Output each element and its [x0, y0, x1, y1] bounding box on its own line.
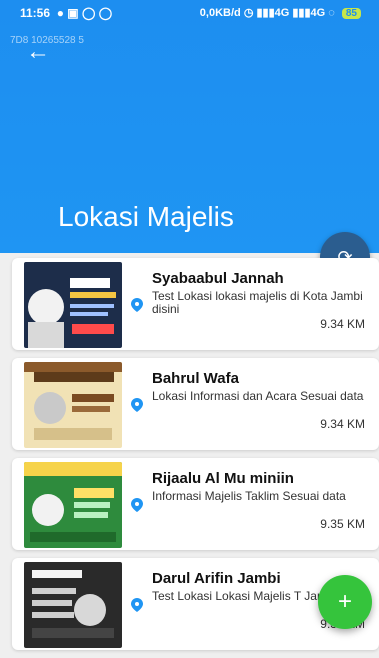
add-icon: + — [337, 588, 352, 615]
thumbnail-image — [24, 562, 122, 648]
battery-icon: 85 — [341, 8, 361, 19]
card-subtitle: Lokasi Informasi dan Acara Sesuai data — [152, 389, 364, 403]
status-left: 11:56 ● ▣ ◯ ◯ — [20, 6, 112, 20]
location-pin-icon — [131, 298, 143, 312]
card-title: Rijaalu Al Mu miniin — [152, 470, 294, 487]
list-item[interactable]: Bahrul Wafa Lokasi Informasi dan Acara S… — [12, 358, 379, 450]
list-item[interactable]: Rijaalu Al Mu miniin Informasi Majelis T… — [12, 458, 379, 550]
add-button[interactable]: + — [318, 575, 372, 629]
card-distance: 9.35 KM — [320, 517, 365, 531]
status-right: 0,0KB/d ◷ ▮▮▮4G ▮▮▮4G ◌ 85 — [200, 6, 361, 19]
card-title: Bahrul Wafa — [152, 370, 239, 387]
network-speed: 0,0KB/d — [199, 7, 241, 19]
page-title: Lokasi Majelis — [58, 201, 234, 232]
status-time: 11:56 — [20, 6, 51, 20]
card-title: Darul Arifin Jambi — [152, 570, 281, 587]
card-distance: 9.34 KM — [320, 417, 365, 431]
thumbnail-image — [24, 262, 122, 348]
header: 11:56 ● ▣ ◯ ◯ 0,0KB/d ◷ ▮▮▮4G ▮▮▮4G ◌ 85… — [0, 0, 379, 253]
list-item[interactable]: Syabaabul Jannah Test Lokasi lokasi maje… — [12, 258, 379, 350]
card-distance: 9.34 KM — [320, 317, 365, 331]
card-subtitle: Informasi Majelis Taklim Sesuai data — [152, 489, 346, 503]
status-bar: 11:56 ● ▣ ◯ ◯ 0,0KB/d ◷ ▮▮▮4G ▮▮▮4G ◌ 85 — [0, 0, 379, 24]
notification-icons: ● ▣ ◯ ◯ — [53, 6, 113, 20]
card-subtitle: Test Lokasi lokasi majelis di Kota Jambi… — [152, 289, 363, 316]
card-title: Syabaabul Jannah — [152, 270, 284, 287]
thumbnail-image — [24, 362, 122, 448]
back-arrow-icon[interactable]: ← — [26, 40, 50, 64]
signal-icons: ◷ ▮▮▮4G ▮▮▮4G ◌ — [243, 7, 335, 19]
location-pin-icon — [131, 498, 143, 512]
location-pin-icon — [131, 398, 143, 412]
thumbnail-image — [24, 462, 122, 548]
location-pin-icon — [131, 598, 143, 612]
